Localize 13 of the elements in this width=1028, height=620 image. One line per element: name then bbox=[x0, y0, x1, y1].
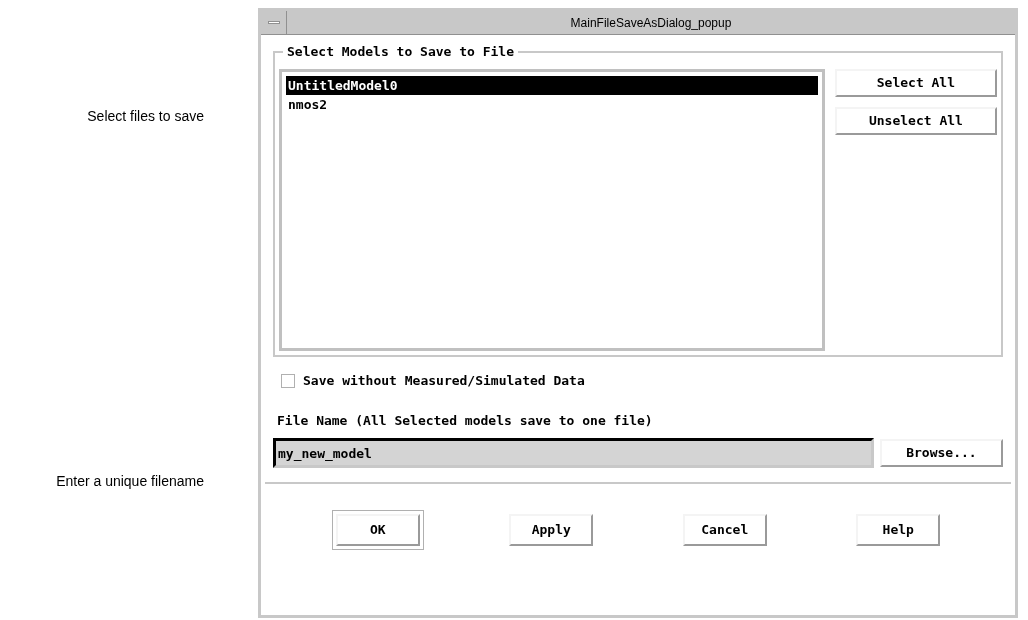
browse-button[interactable]: Browse... bbox=[879, 439, 1003, 467]
field-label: File Name (All Selected models save to one file) bbox=[277, 411, 654, 430]
window-title: MainFileSaveAsDialog_popup bbox=[569, 15, 733, 32]
select-button[interactable]: Select All bbox=[834, 69, 997, 97]
annotation: Select files to save bbox=[87, 107, 204, 126]
select-button[interactable]: Unselect All bbox=[834, 107, 997, 135]
checkbox-label: Save without Measured/Simulated Data bbox=[303, 372, 585, 390]
minus-icon bbox=[267, 21, 280, 24]
checkbox[interactable] bbox=[281, 373, 295, 388]
annotation: Enter a unique filename bbox=[56, 472, 204, 491]
model-list-item[interactable]: UntitledModel0 bbox=[286, 76, 818, 95]
dialog-button[interactable]: OK bbox=[331, 510, 424, 550]
file-name-field[interactable]: my_new_model bbox=[273, 438, 874, 468]
